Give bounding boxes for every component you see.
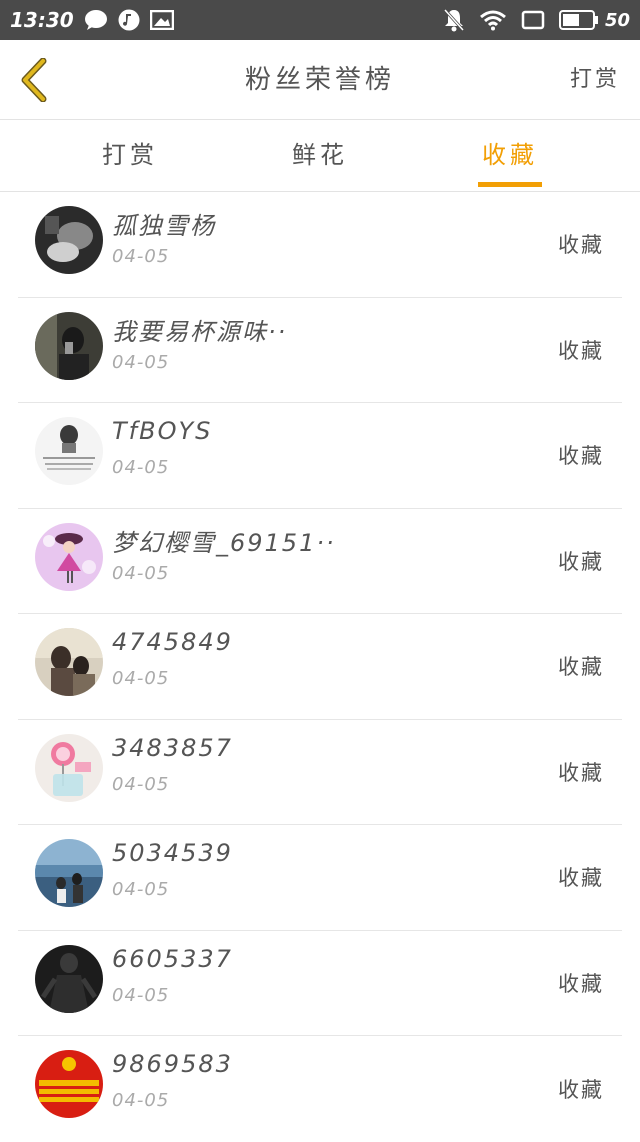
date: 04-05: [112, 984, 170, 1006]
user-name: 3483857: [112, 733, 233, 762]
user-name: 孤独雪杨: [112, 212, 216, 240]
header-bar: 粉丝荣誉榜 打赏: [0, 40, 640, 120]
music-icon: [118, 9, 140, 31]
user-name: 5034539: [112, 839, 233, 867]
favorite-label: 收藏: [558, 1077, 604, 1102]
avatar: [35, 206, 103, 274]
favorite-label: 收藏: [558, 444, 604, 469]
favorite-label: 收藏: [558, 233, 604, 258]
tab-bar: 打赏 鲜花 收藏: [0, 120, 640, 192]
battery-level: 50: [604, 9, 630, 31]
avatar: [35, 1050, 103, 1118]
favorite-label: 收藏: [558, 655, 604, 680]
screen-icon: [521, 10, 545, 30]
favorite-label: 收藏: [558, 760, 604, 785]
message-icon: [84, 9, 108, 31]
tab-flowers[interactable]: 鲜花: [250, 120, 390, 192]
date: 04-05: [112, 879, 170, 900]
battery-icon: [558, 10, 599, 30]
list-item[interactable]: 4745849 04-05 收藏: [18, 614, 622, 720]
user-name: 梦幻樱雪_69151··: [112, 528, 336, 557]
user-name: 我要易杯源味··: [112, 317, 288, 346]
avatar: [35, 417, 103, 485]
list-item[interactable]: 9869583 04-05 收藏: [18, 1036, 622, 1142]
avatar: [35, 944, 103, 1013]
fan-list: 孤独雪杨 04-05 收藏 我要易杯源味·· 04-05 收藏 TfBOYS 0…: [18, 192, 622, 1142]
wifi-icon: [479, 9, 507, 31]
list-item[interactable]: 孤独雪杨 04-05 收藏: [18, 192, 622, 298]
date: 04-05: [112, 351, 170, 373]
image-icon: [149, 10, 174, 30]
favorite-label: 收藏: [558, 549, 604, 574]
favorite-label: 收藏: [558, 338, 604, 363]
list-item[interactable]: 6605337 04-05 收藏: [18, 931, 622, 1036]
avatar: [35, 628, 103, 696]
avatar: [35, 839, 103, 907]
user-name: TfBOYS: [112, 417, 213, 445]
avatar: [35, 522, 103, 591]
mute-icon: [443, 8, 465, 32]
list-item[interactable]: 3483857 04-05 收藏: [18, 720, 622, 825]
date: 04-05: [112, 1090, 170, 1111]
favorite-label: 收藏: [558, 866, 604, 891]
user-name: 6605337: [112, 944, 233, 973]
avatar: [35, 311, 103, 380]
date: 04-05: [112, 773, 170, 795]
page-title: 粉丝荣誉榜: [244, 65, 395, 95]
user-name: 4745849: [112, 628, 233, 656]
status-bar: 13:30 50: [0, 0, 640, 40]
avatar: [35, 733, 103, 802]
status-time: 13:30: [10, 8, 74, 32]
date: 04-05: [112, 562, 170, 584]
list-item[interactable]: 梦幻樱雪_69151·· 04-05 收藏: [18, 509, 622, 614]
tab-reward[interactable]: 打赏: [60, 120, 200, 192]
reward-button[interactable]: 打赏: [570, 40, 620, 120]
list-item[interactable]: 5034539 04-05 收藏: [18, 825, 622, 931]
list-item[interactable]: 我要易杯源味·· 04-05 收藏: [18, 298, 622, 403]
date: 04-05: [112, 246, 170, 267]
date: 04-05: [112, 457, 170, 478]
date: 04-05: [112, 668, 170, 689]
user-name: 9869583: [112, 1050, 233, 1078]
favorite-label: 收藏: [558, 971, 604, 996]
list-item[interactable]: TfBOYS 04-05 收藏: [18, 403, 622, 509]
active-tab-indicator: [478, 182, 542, 187]
